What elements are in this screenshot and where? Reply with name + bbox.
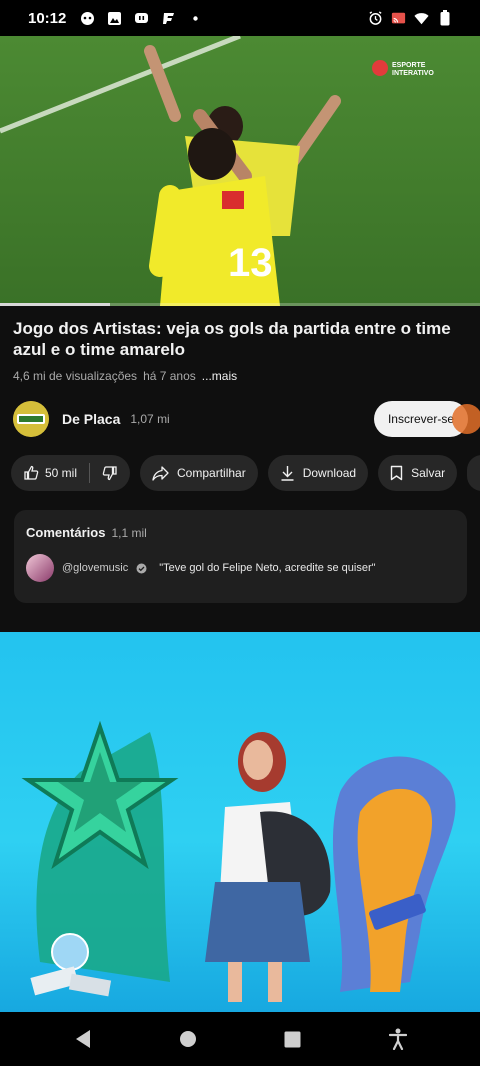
download-icon [281, 466, 294, 481]
cast-icon [391, 11, 406, 26]
wifi-icon [414, 11, 429, 26]
save-button[interactable]: Salvar [378, 455, 458, 491]
report-button[interactable] [467, 455, 480, 491]
subscribe-button[interactable]: Inscrever-se [373, 401, 480, 437]
action-bar: 50 mil Compartilhar Download Salvar [11, 455, 480, 491]
thumbs-up-icon [24, 465, 39, 480]
subscribe-label: Inscrever-se [387, 412, 454, 426]
navigation-bar [0, 1012, 480, 1066]
thumbs-down-icon [102, 466, 117, 481]
channel-name[interactable]: De Placa [62, 411, 120, 427]
commenter-handle: @glovemusic [62, 562, 129, 574]
view-count: 4,6 mi de visualizações [13, 369, 138, 383]
dislike-button[interactable] [102, 465, 118, 481]
verified-icon [136, 563, 147, 573]
home-icon [179, 1031, 196, 1047]
subscriber-count: 1,07 mi [130, 412, 170, 426]
status-time: 10:12 [28, 9, 67, 27]
like-dislike-chip: 50 mil [11, 455, 131, 491]
battery-icon [437, 10, 452, 26]
recents-button[interactable] [273, 1019, 313, 1059]
comments-header: Comentários 1,1 mil [26, 525, 455, 540]
share-icon [152, 465, 169, 481]
video-meta: 4,6 mi de visualizações há 7 anos ...mai… [13, 369, 468, 383]
dot-icon [188, 11, 203, 26]
share-button[interactable]: Compartilhar [140, 455, 258, 491]
chip-divider [89, 463, 91, 483]
bookmark-icon [390, 465, 403, 481]
video-player[interactable]: 13 ESPORTE INTERATIVO [0, 36, 480, 306]
accessibility-icon [388, 1028, 407, 1050]
gallery-icon [107, 11, 122, 26]
comment-text: "Teve gol do Felipe Neto, acredite se qu… [159, 562, 376, 574]
video-progress-bar[interactable] [0, 303, 480, 306]
system-icons [368, 10, 452, 26]
channel-watermark: ESPORTE INTERATIVO [392, 62, 434, 77]
more-link[interactable]: ...mais [202, 369, 237, 383]
commenter-avatar [26, 554, 54, 582]
like-count: 50 mil [45, 466, 78, 480]
home-button[interactable] [168, 1019, 208, 1059]
video-title: Jogo dos Artistas: veja os gols da parti… [13, 319, 451, 359]
channel-avatar[interactable] [13, 401, 49, 437]
svg-text:13: 13 [228, 241, 273, 285]
ad-illustration [21, 720, 456, 1002]
share-label: Compartilhar [177, 466, 246, 480]
like-button[interactable]: 50 mil [23, 465, 77, 481]
back-icon [75, 1030, 90, 1048]
comments-title: Comentários [26, 525, 106, 540]
recents-icon [284, 1031, 301, 1047]
accessibility-button[interactable] [378, 1019, 418, 1059]
upload-age: há 7 anos [143, 369, 196, 383]
download-label: Download [302, 466, 357, 480]
video-info[interactable]: Jogo dos Artistas: veja os gols da parti… [13, 318, 468, 383]
comments-count: 1,1 mil [111, 526, 147, 540]
download-button[interactable]: Download [267, 455, 369, 491]
status-bar: 10:12 [0, 0, 480, 36]
ad-banner[interactable] [0, 632, 480, 1012]
pokemon-icon [80, 11, 95, 26]
back-button[interactable] [63, 1019, 103, 1059]
video-progress-fill [0, 303, 111, 306]
app-f-icon [161, 11, 176, 26]
notification-icons [80, 11, 203, 26]
channel-row: De Placa 1,07 mi Inscrever-se [13, 400, 480, 438]
top-comment: @glovemusic "Teve gol do Felipe Neto, ac… [26, 554, 455, 582]
comments-panel[interactable]: Comentários 1,1 mil @glovemusic "Teve go… [14, 510, 467, 603]
save-label: Salvar [411, 466, 446, 480]
twitch-icon [134, 11, 149, 26]
touch-indicator [452, 404, 480, 434]
alarm-icon [368, 11, 383, 26]
